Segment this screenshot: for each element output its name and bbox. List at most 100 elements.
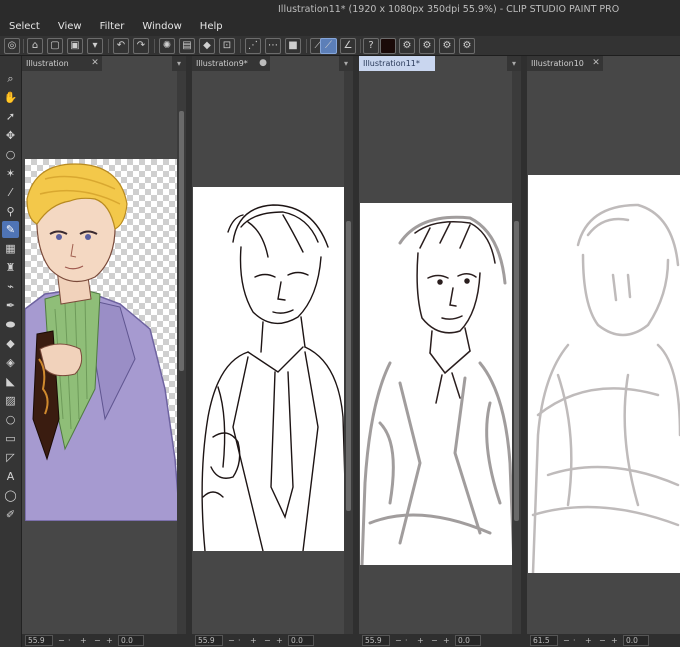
home-icon[interactable]: ⌂	[27, 38, 43, 54]
save-icon[interactable]: ▾	[87, 38, 103, 54]
angle-field[interactable]: 0.0	[623, 635, 649, 646]
rotate-left-icon[interactable]: −	[94, 634, 101, 647]
angle-field[interactable]: 0.0	[288, 635, 314, 646]
vertical-scrollbar[interactable]	[177, 71, 186, 634]
zoom-icon[interactable]: ⌕	[2, 70, 19, 87]
canvas-area[interactable]	[527, 71, 680, 634]
clip-studio-icon[interactable]: ◎	[4, 38, 20, 54]
zoom-slider[interactable]: ·	[68, 634, 71, 647]
main-color-swatch[interactable]	[380, 38, 396, 54]
text-icon[interactable]: A	[2, 468, 19, 485]
canvas-area[interactable]	[22, 71, 186, 634]
zoom-field[interactable]: 55.9	[195, 635, 223, 646]
menu-help[interactable]: Help	[191, 18, 232, 36]
close-icon[interactable]: ✕	[589, 56, 603, 71]
blend-icon[interactable]: ◆	[2, 335, 19, 352]
close-icon[interactable]: ✕	[88, 56, 102, 71]
zoom-in-icon[interactable]: +	[585, 634, 592, 647]
clear-outside-icon[interactable]: ▤	[179, 38, 195, 54]
scrollbar-thumb[interactable]	[514, 221, 519, 521]
move-icon[interactable]: ✥	[2, 127, 19, 144]
new-file-icon[interactable]: ▢	[47, 38, 63, 54]
rotate-left-icon[interactable]: −	[599, 634, 606, 647]
ruler-icon[interactable]: ◸	[2, 449, 19, 466]
menu-window[interactable]: Window	[133, 18, 190, 36]
zoom-field[interactable]: 61.5	[530, 635, 558, 646]
vertical-scrollbar[interactable]	[512, 71, 521, 634]
snap-grid-icon[interactable]: ∠	[340, 38, 356, 54]
balloon-icon[interactable]: ◯	[2, 487, 19, 504]
zoom-slider[interactable]: ·	[573, 634, 576, 647]
settings-icon[interactable]: ⚙	[399, 38, 415, 54]
canvas-paper	[25, 159, 180, 521]
zoom-field[interactable]: 55.9	[362, 635, 390, 646]
modified-dot-icon[interactable]: ●	[256, 56, 270, 71]
menu-filter[interactable]: Filter	[91, 18, 134, 36]
settings-icon[interactable]: ⚙	[419, 38, 435, 54]
zoom-value: 55.9	[28, 636, 45, 645]
angle-value: 0.0	[626, 636, 638, 645]
angle-field[interactable]: 0.0	[455, 635, 481, 646]
help-icon[interactable]: ?	[363, 38, 379, 54]
invert-selection-icon[interactable]: ■	[285, 38, 301, 54]
panel-menu-icon[interactable]: ▾	[172, 56, 186, 71]
zoom-out-icon[interactable]: −	[228, 634, 235, 647]
select-all-icon[interactable]: ⋯	[265, 38, 281, 54]
eyedropper-icon[interactable]: ⚲	[2, 203, 19, 220]
settings-icon[interactable]: ⚙	[439, 38, 455, 54]
angle-field[interactable]: 0.0	[118, 635, 144, 646]
scrollbar-thumb[interactable]	[179, 111, 184, 371]
operation-icon[interactable]: ➚	[2, 108, 19, 125]
frame-icon[interactable]: ▭	[2, 430, 19, 447]
lasso-icon[interactable]: ○	[2, 146, 19, 163]
rotate-left-icon[interactable]: −	[431, 634, 438, 647]
canvas-area[interactable]	[192, 71, 353, 634]
eraser-icon[interactable]: ⬬	[2, 316, 19, 333]
decoration-icon[interactable]: ✒	[2, 297, 19, 314]
vertical-scrollbar[interactable]	[344, 71, 353, 634]
zoom-field[interactable]: 55.9	[25, 635, 53, 646]
zoom-slider[interactable]: ·	[238, 634, 241, 647]
correct-line-icon[interactable]: ✐	[2, 506, 19, 523]
hand-icon[interactable]: ✋	[2, 89, 19, 106]
zoom-out-icon[interactable]: −	[563, 634, 570, 647]
settings-icon[interactable]: ⚙	[459, 38, 475, 54]
figure-icon[interactable]: ○	[2, 411, 19, 428]
rotate-right-icon[interactable]: +	[443, 634, 450, 647]
panel-menu-icon[interactable]: ▾	[339, 56, 353, 71]
menu-select[interactable]: Select	[0, 18, 49, 36]
pen-icon[interactable]: ✎	[2, 221, 19, 238]
zoom-slider[interactable]: ·	[405, 634, 408, 647]
clear-icon[interactable]: ✺	[159, 38, 175, 54]
menu-view[interactable]: View	[49, 18, 91, 36]
rotate-left-icon[interactable]: −	[264, 634, 271, 647]
canvas-area[interactable]	[359, 71, 521, 634]
fill-icon[interactable]: ◣	[2, 373, 19, 390]
zoom-in-icon[interactable]: +	[250, 634, 257, 647]
panel-menu-icon[interactable]: ▾	[507, 56, 521, 71]
rotate-right-icon[interactable]: +	[106, 634, 113, 647]
eyedropper-icon[interactable]: ⁄	[2, 184, 19, 201]
fill-selection-icon[interactable]: ◆	[199, 38, 215, 54]
canvas-panel-illustration11: Illustration11* ▾ 55.9 − · + − + 0.0	[359, 56, 521, 647]
magic-wand-icon[interactable]: ✶	[2, 165, 19, 182]
snap-special-ruler-icon[interactable]: ⟋	[320, 38, 337, 54]
gradient-icon[interactable]: ▨	[2, 392, 19, 409]
fill-icon[interactable]: ◈	[2, 354, 19, 371]
undo-icon[interactable]: ↶	[113, 38, 129, 54]
rotate-right-icon[interactable]: +	[276, 634, 283, 647]
tab-illustration11[interactable]: Illustration11*	[359, 56, 435, 71]
scrollbar-thumb[interactable]	[346, 221, 351, 511]
airbrush-icon[interactable]: ⌁	[2, 278, 19, 295]
redo-icon[interactable]: ↷	[133, 38, 149, 54]
brush-icon[interactable]: ♜	[2, 259, 19, 276]
pencil-icon[interactable]: ▦	[2, 240, 19, 257]
zoom-in-icon[interactable]: +	[80, 634, 87, 647]
zoom-in-icon[interactable]: +	[417, 634, 424, 647]
deselect-icon[interactable]: ⋰	[245, 38, 261, 54]
rotate-right-icon[interactable]: +	[611, 634, 618, 647]
open-file-icon[interactable]: ▣	[67, 38, 83, 54]
zoom-out-icon[interactable]: −	[395, 634, 402, 647]
transform-icon[interactable]: ⊡	[219, 38, 235, 54]
zoom-out-icon[interactable]: −	[58, 634, 65, 647]
